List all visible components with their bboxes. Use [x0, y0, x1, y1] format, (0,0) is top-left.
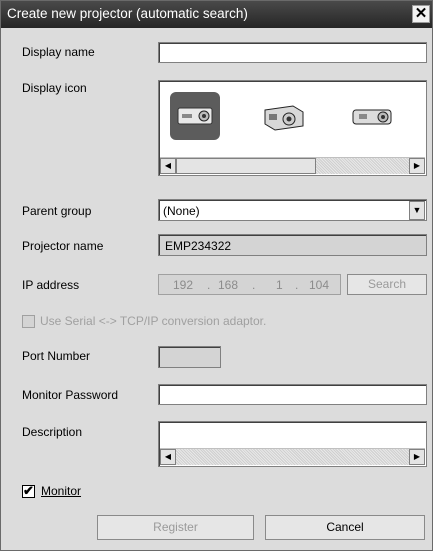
register-button[interactable]: Register — [97, 515, 254, 540]
scrollbar-thumb[interactable] — [176, 158, 316, 174]
description-input[interactable]: ◀ ▶ — [158, 421, 427, 467]
description-scrollbar[interactable]: ◀ ▶ — [160, 448, 425, 465]
monitor-password-label: Monitor Password — [22, 388, 119, 402]
projector-name-label: Projector name — [22, 239, 104, 253]
ip-address-input: 192 . 168 . 1 . 104 — [158, 274, 341, 295]
cancel-button[interactable]: Cancel — [265, 515, 425, 540]
parent-group-select[interactable]: (None) ▼ — [158, 199, 427, 221]
projector-icon-2[interactable] — [259, 92, 309, 140]
display-icon-label: Display icon — [22, 81, 87, 95]
scroll-right-button[interactable]: ▶ — [409, 449, 425, 465]
projector-icon-1[interactable] — [170, 92, 220, 140]
create-projector-dialog: Create new projector (automatic search) … — [0, 0, 433, 551]
display-icon-list[interactable]: ◀ ▶ — [158, 80, 427, 176]
icon-list-scrollbar[interactable]: ◀ ▶ — [160, 157, 425, 174]
description-label: Description — [22, 425, 83, 439]
display-name-input[interactable] — [158, 42, 427, 63]
title-bar: Create new projector (automatic search) … — [1, 1, 432, 28]
projector-icon-3[interactable] — [347, 92, 397, 140]
monitor-password-input[interactable] — [158, 384, 427, 405]
serial-adaptor-label: Use Serial <-> TCP/IP conversion adaptor… — [40, 314, 267, 328]
display-name-label: Display name — [22, 45, 95, 59]
checkmark-icon: ✔ — [23, 483, 34, 498]
close-icon: ✕ — [414, 5, 428, 22]
scroll-left-button[interactable]: ◀ — [160, 449, 176, 465]
chevron-down-icon[interactable]: ▼ — [409, 201, 425, 220]
ip-address-label: IP address — [22, 278, 80, 292]
close-button[interactable]: ✕ — [412, 5, 430, 23]
monitor-label: Monitor — [41, 484, 82, 498]
search-button[interactable]: Search — [347, 274, 427, 295]
port-number-label: Port Number — [22, 349, 91, 363]
parent-group-label: Parent group — [22, 204, 92, 218]
projector-name-field: EMP234322 — [158, 234, 427, 256]
serial-adaptor-checkbox[interactable] — [22, 315, 35, 328]
port-number-field — [158, 346, 221, 368]
scroll-left-button[interactable]: ◀ — [160, 158, 176, 174]
monitor-checkbox[interactable]: ✔ — [22, 483, 35, 498]
scroll-right-button[interactable]: ▶ — [409, 158, 425, 174]
dialog-title: Create new projector (automatic search) — [7, 6, 248, 21]
